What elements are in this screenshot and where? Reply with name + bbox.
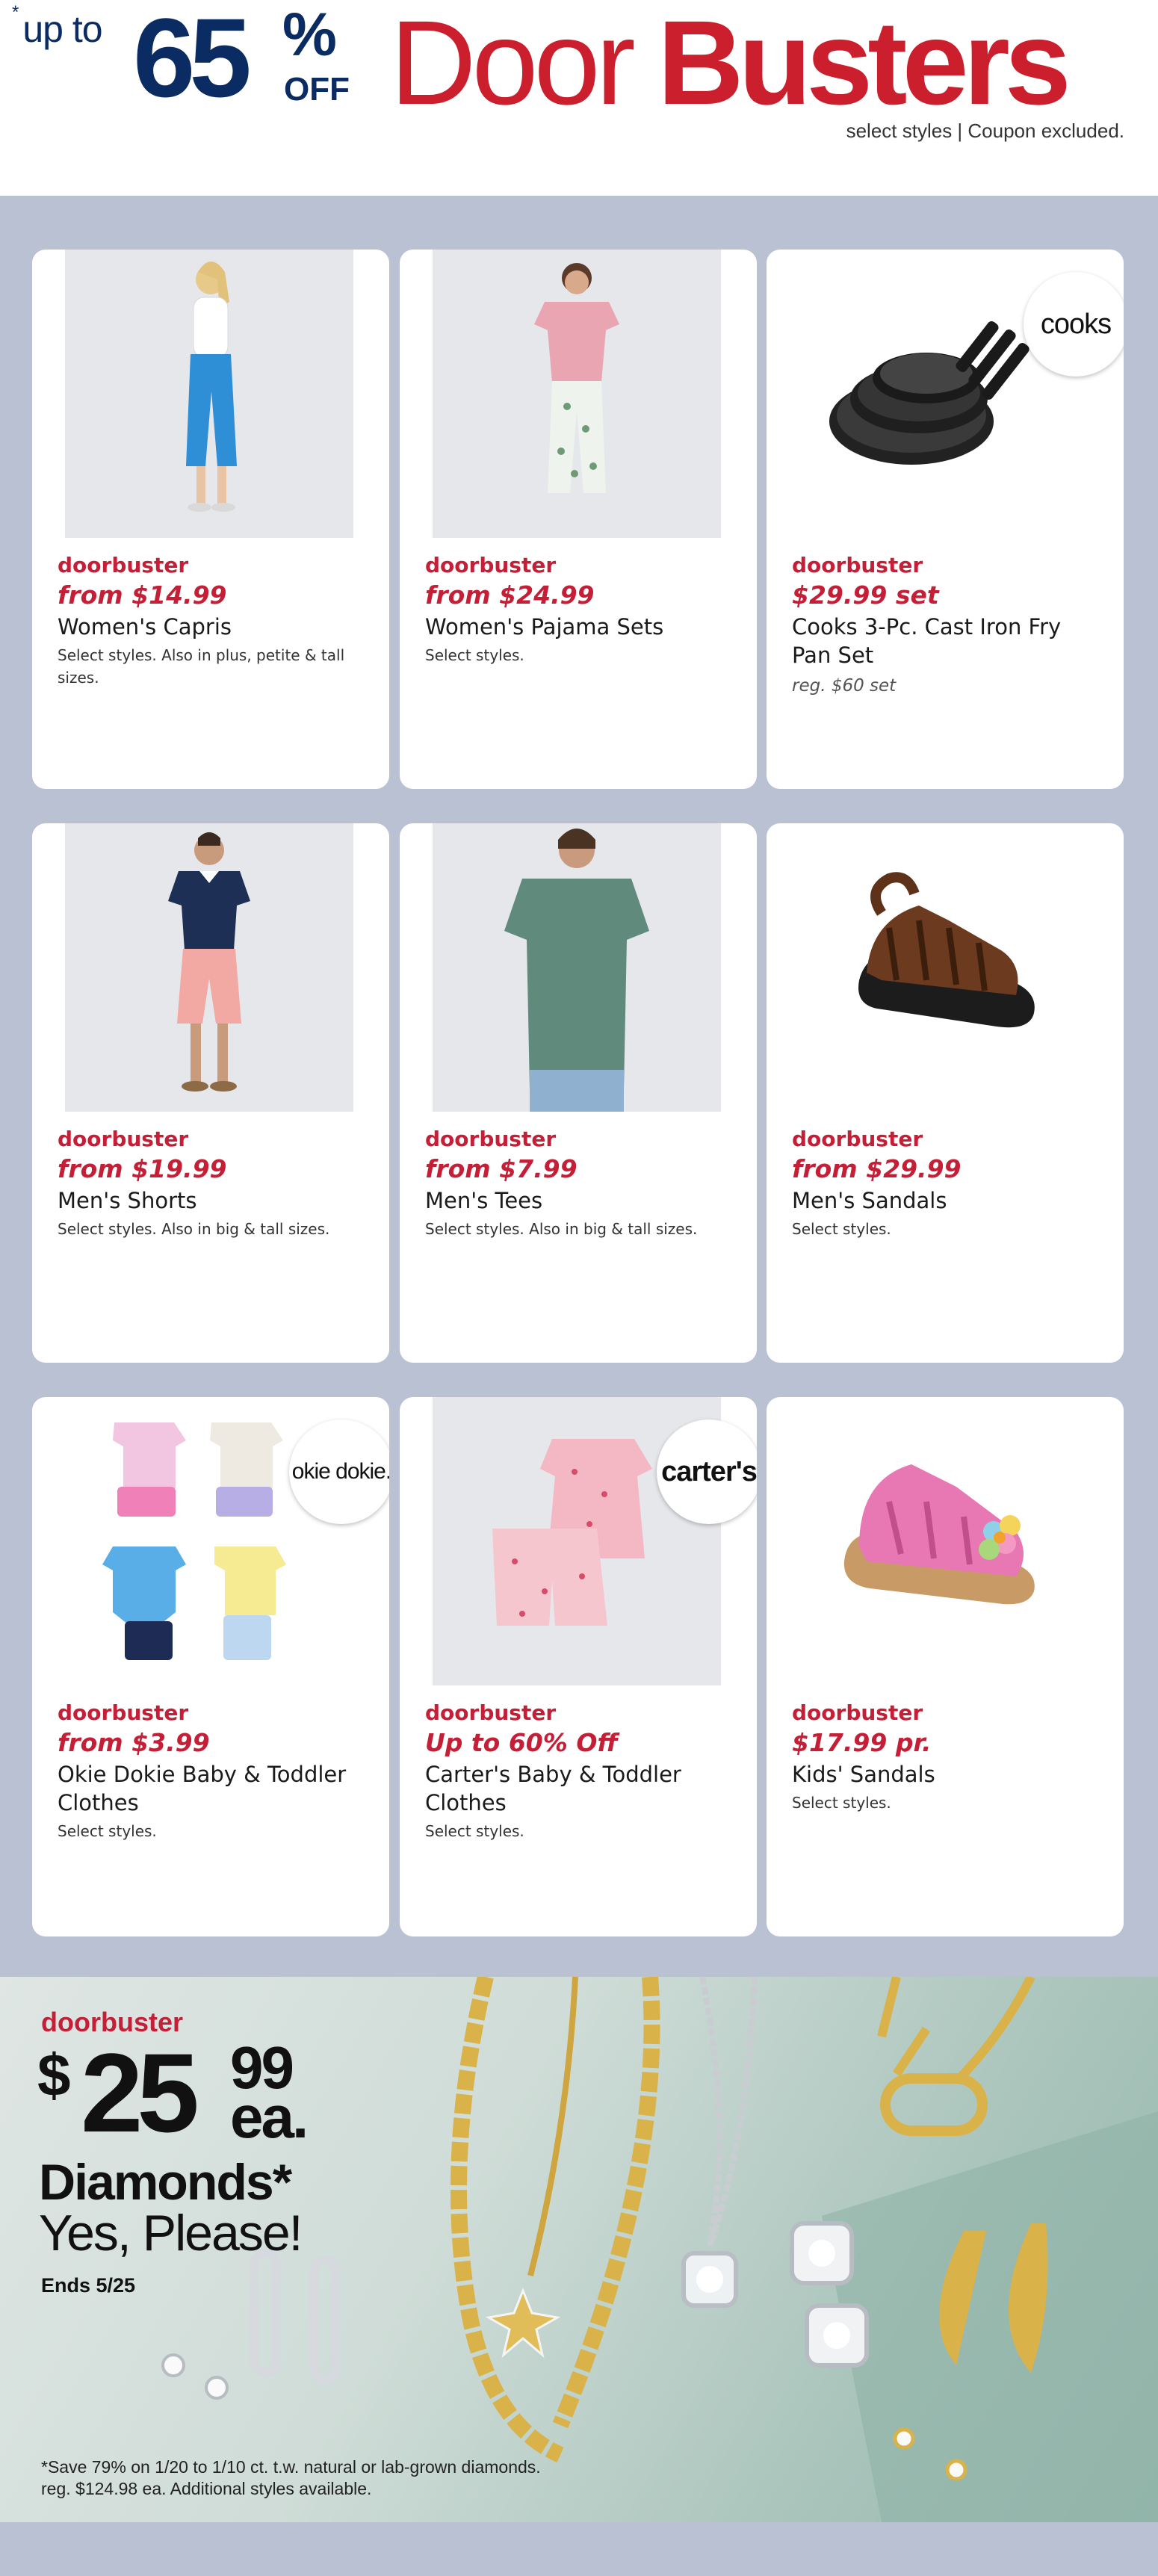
doorbuster-tag: doorbuster [425, 1700, 557, 1725]
footer-strip [0, 2522, 1158, 2576]
product-info: doorbuster from $19.99 Men's Shorts Sele… [58, 1125, 371, 1240]
product-name[interactable]: Kids' Sandals [792, 1760, 1106, 1789]
product-card-womens-pajama-sets[interactable]: doorbuster from $24.99 Women's Pajama Se… [400, 250, 757, 789]
product-price: from $24.99 [425, 580, 595, 610]
doorbuster-tag: doorbuster [425, 1127, 557, 1151]
product-info: doorbuster from $14.99 Women's Capris Se… [58, 551, 371, 689]
womens-capris-photo[interactable] [65, 250, 353, 538]
product-name[interactable]: Cooks 3-Pc. Cast Iron Fry Pan Set [792, 613, 1106, 669]
coupon-note: select styles | Coupon excluded. [846, 120, 1124, 142]
doorbuster-tag: doorbuster [58, 1700, 189, 1725]
product-name[interactable]: Okie Dokie Baby & Toddler Clothes [58, 1760, 371, 1817]
brand-badge-okie-dokie: okie dokie. [289, 1419, 389, 1524]
product-price: Up to 60% Off [425, 1728, 618, 1757]
product-name[interactable]: Men's Shorts [58, 1186, 371, 1215]
product-info: doorbuster from $7.99 Men's Tees Select … [425, 1125, 739, 1240]
doorbuster-tag: doorbuster [792, 1127, 923, 1151]
brand-badge-carters: carter's [657, 1419, 757, 1524]
regular-price: reg. $60 set [792, 676, 897, 696]
jewelry-fine-print: *Save 79% on 1/20 to 1/10 ct. t.w. natur… [41, 2456, 609, 2500]
off-label: OFF [284, 71, 350, 108]
product-name[interactable]: Men's Tees [425, 1186, 739, 1215]
fine-print-line-1: *Save 79% on 1/20 to 1/10 ct. t.w. natur… [41, 2457, 541, 2477]
product-price: from $3.99 [58, 1728, 210, 1757]
product-detail: Select styles. [792, 1220, 891, 1238]
product-info: doorbuster from $24.99 Women's Pajama Se… [425, 551, 739, 666]
product-info: doorbuster Up to 60% Off Carter's Baby &… [425, 1699, 739, 1842]
jewelry-price-each: ea. [230, 2084, 309, 2150]
product-detail: Select styles. Also in big & tall sizes. [58, 1220, 330, 1238]
product-card-carters[interactable]: carter's doorbuster Up to 60% Off Carter… [400, 1397, 757, 1936]
doorbuster-tag: doorbuster [425, 553, 557, 578]
product-info: doorbuster $29.99 set Cooks 3-Pc. Cast I… [792, 551, 1106, 699]
mens-tees-photo[interactable] [433, 823, 721, 1112]
kids-sandals-photo[interactable] [799, 1397, 1088, 1685]
jewelry-dollar-sign: $ [37, 2042, 71, 2108]
brand-badge-cooks: cooks [1024, 272, 1124, 377]
product-grid: doorbuster from $14.99 Women's Capris Se… [0, 196, 1158, 1977]
jewelry-subhead: Yes, Please! [39, 2205, 303, 2261]
product-info: doorbuster $17.99 pr. Kids' Sandals Sele… [792, 1699, 1106, 1814]
product-name[interactable]: Carter's Baby & Toddler Clothes [425, 1760, 739, 1817]
fine-print-line-2: reg. $124.98 ea. Additional styles avail… [41, 2479, 372, 2498]
product-name[interactable]: Women's Pajama Sets [425, 613, 739, 641]
mens-shorts-photo[interactable] [65, 823, 353, 1112]
title-door: Door [390, 0, 636, 129]
percent-number: 65 [133, 0, 252, 120]
product-card-womens-capris[interactable]: doorbuster from $14.99 Women's Capris Se… [32, 250, 389, 789]
product-card-okie-dokie[interactable]: okie dokie. doorbuster from $3.99 Okie D… [32, 1397, 389, 1936]
product-price: from $14.99 [58, 580, 227, 610]
product-card-cooks-cast-iron[interactable]: cooks doorbuster $29.99 set Cooks 3-Pc. … [767, 250, 1124, 789]
product-price: $17.99 pr. [792, 1728, 932, 1757]
product-card-kids-sandals[interactable]: doorbuster $17.99 pr. Kids' Sandals Sele… [767, 1397, 1124, 1936]
product-info: doorbuster from $3.99 Okie Dokie Baby & … [58, 1699, 371, 1842]
doorbusters-header: * up to 65 % OFF Door Busters select styl… [0, 0, 1158, 196]
title-busters: Busters [657, 0, 1071, 129]
product-detail: Select styles. [792, 1794, 891, 1812]
product-price: from $29.99 [792, 1154, 962, 1183]
product-detail: Select styles. [425, 1822, 524, 1840]
product-detail: Select styles. [58, 1822, 157, 1840]
womens-pajama-photo[interactable] [433, 250, 721, 538]
doorbuster-tag: doorbuster [58, 553, 189, 578]
doorbuster-tag: doorbuster [58, 1127, 189, 1151]
percent-sign: % [282, 1, 337, 69]
jewelry-end-date: Ends 5/25 [41, 2274, 136, 2297]
product-name[interactable]: Men's Sandals [792, 1186, 1106, 1215]
doorbuster-tag: doorbuster [792, 1700, 923, 1725]
product-name[interactable]: Women's Capris [58, 613, 371, 641]
asterisk: * [12, 2, 19, 23]
jewelry-headline: Diamonds* [39, 2154, 292, 2211]
diamonds-promo-banner[interactable]: doorbuster $ 25 99 ea. Diamonds* Yes, Pl… [0, 1977, 1158, 2522]
product-price: $29.99 set [792, 580, 939, 610]
product-detail: Select styles. [425, 646, 524, 664]
product-card-mens-tees[interactable]: doorbuster from $7.99 Men's Tees Select … [400, 823, 757, 1363]
product-card-mens-shorts[interactable]: doorbuster from $19.99 Men's Shorts Sele… [32, 823, 389, 1363]
up-to-text: * up to [12, 2, 103, 51]
product-detail: Select styles. Also in big & tall sizes. [425, 1220, 698, 1238]
product-price: from $19.99 [58, 1154, 227, 1183]
product-detail: Select styles. Also in plus, petite & ta… [58, 646, 345, 687]
product-info: doorbuster from $29.99 Men's Sandals Sel… [792, 1125, 1106, 1240]
product-card-mens-sandals[interactable]: doorbuster from $29.99 Men's Sandals Sel… [767, 823, 1124, 1363]
up-to-label: up to [22, 8, 102, 50]
mens-sandals-photo[interactable] [799, 823, 1088, 1112]
doorbuster-tag: doorbuster [792, 553, 923, 578]
product-price: from $7.99 [425, 1154, 578, 1183]
jewelry-price: 25 [81, 2030, 199, 2155]
